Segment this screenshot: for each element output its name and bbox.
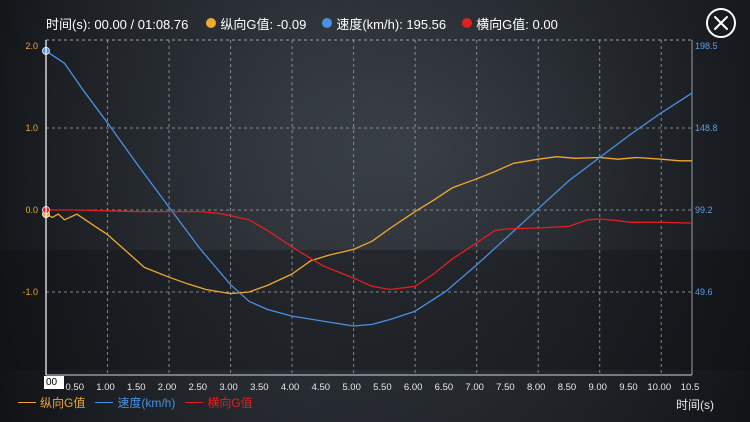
x-tick-label: 5.50 — [373, 382, 392, 393]
x-tick-label: 6.50 — [435, 382, 454, 393]
x-tick-label: 2.50 — [189, 382, 208, 393]
x-axis-title: 时间(s) — [676, 398, 714, 412]
x-tick-label: 3.50 — [250, 382, 269, 393]
series-line — [45, 156, 692, 295]
y-left-tick-label: 2.0 — [25, 41, 38, 51]
x-tick-label: 10.5 — [681, 382, 700, 393]
x-tick-label: 10.00 — [647, 382, 671, 393]
x-tick-label: 9.00 — [588, 382, 607, 393]
x-tick-label: 9.50 — [619, 382, 638, 393]
bottom-legend-label: 横向G值 — [207, 396, 253, 410]
x-tick-label: 8.50 — [558, 382, 577, 393]
x-tick-label: 3.00 — [219, 382, 238, 393]
series-line — [46, 209, 693, 291]
y-right-tick-label: 99.2 — [695, 205, 713, 215]
bottom-legend-label: 速度(km/h) — [117, 396, 176, 410]
bottom-legend-label: 纵向G值 — [40, 396, 86, 410]
x-tick-label: 4.50 — [312, 382, 331, 393]
x-tick-label: 2.00 — [158, 382, 177, 393]
telemetry-chart[interactable]: 2.0 1.0 0.0 -1.0 198.5 148.8 99.2 49.6 0.50 1.00 1… — [0, 0, 750, 422]
x-tick-label: 7.00 — [465, 382, 484, 393]
bottom-legend-lateral-g: 横向G值 — [185, 394, 253, 411]
y-right-tick-label: 198.5 — [695, 41, 718, 51]
x-tick-label: 5.00 — [342, 382, 361, 393]
x-tick-label: 8.00 — [527, 382, 546, 393]
bottom-legend-speed: 速度(km/h) — [95, 394, 175, 411]
x-tick-label: 6.00 — [404, 382, 423, 393]
legend-line-icon — [185, 401, 204, 404]
x-cursor-label[interactable]: 00 — [44, 376, 64, 389]
y-left-tick-label: 1.0 — [25, 123, 38, 133]
x-tick-label: 1.50 — [127, 382, 146, 393]
y-right-tick-label: 148.8 — [695, 123, 718, 133]
bottom-legend: 纵向G值 速度(km/h) 横向G值 — [18, 394, 263, 411]
legend-line-icon — [95, 401, 114, 404]
x-tick-label: 4.00 — [281, 382, 300, 393]
x-tick-label: 7.50 — [496, 382, 515, 393]
x-tick-label: 1.00 — [96, 382, 115, 393]
legend-line-icon — [18, 401, 36, 404]
bottom-legend-longitudinal-g: 纵向G值 — [18, 394, 85, 411]
y-left-tick-label: 0.0 — [25, 205, 38, 215]
y-left-tick-label: -1.0 — [22, 287, 38, 297]
x-tick-label: 0.50 — [66, 382, 85, 393]
y-right-tick-label: 49.6 — [695, 287, 713, 297]
